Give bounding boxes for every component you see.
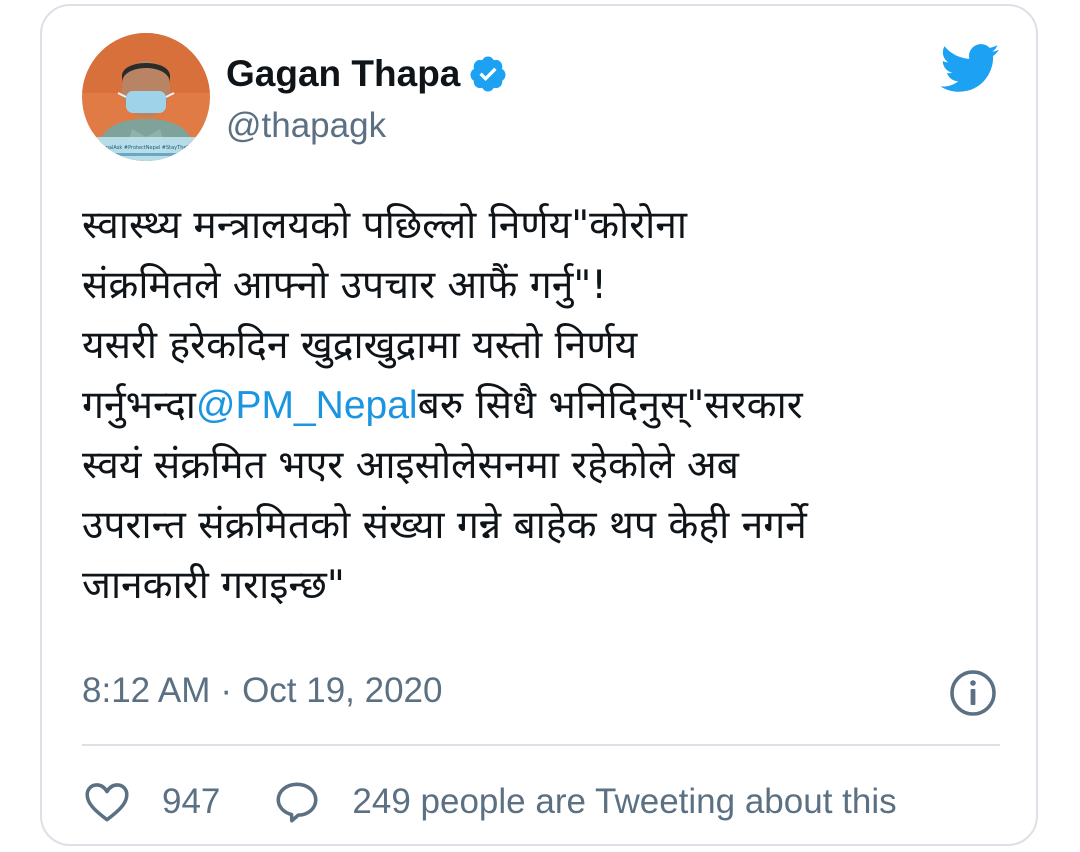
tweet-card[interactable]: #NepalAsk #ProtectNepal #StayTheTask Gag… xyxy=(40,4,1038,846)
verified-badge-icon xyxy=(468,54,508,94)
tweet-text-segment: उपरान्त संक्रमितको संख्या गन्ने बाहेक थप… xyxy=(82,503,807,548)
tweet-line: स्वयं संक्रमित भएर आइसोलेसनमा रहेकोले अब xyxy=(82,436,1022,496)
tweet-line: गर्नुभन्दा@PM_Nepalबरु सिधै भनिदिनुस्"सर… xyxy=(82,376,1022,436)
mention-link[interactable]: @PM_Nepal xyxy=(196,384,418,427)
tweet-actions: 947 249 people are Tweeting about this xyxy=(82,772,897,832)
tweet-body: स्वास्थ्य मन्त्रालयको पछिल्लो निर्णय"कोर… xyxy=(82,196,1022,616)
tweet-line: उपरान्त संक्रमितको संख्या गन्ने बाहेक थप… xyxy=(82,496,1022,556)
tweet-text-segment: जानकारी गराइन्छ" xyxy=(82,563,345,608)
tweet-text-segment: स्वास्थ्य मन्त्रालयको पछिल्लो निर्णय"कोर… xyxy=(82,203,688,248)
tweeting-about-link[interactable]: 249 people are Tweeting about this xyxy=(352,777,896,827)
heart-icon[interactable] xyxy=(82,777,132,827)
tweet-text-segment: संक्रमितले आफ्नो उपचार आफैं गर्नु"! xyxy=(82,263,607,308)
tweet-text-segment: बरु सिधै भनिदिनुस्"सरकार xyxy=(417,383,803,428)
twitter-bird-icon[interactable] xyxy=(938,42,1000,94)
author-handle[interactable]: @thapagk xyxy=(226,104,386,148)
speech-bubble-icon[interactable] xyxy=(272,777,322,827)
author-name-row: Gagan Thapa xyxy=(226,50,508,98)
author-display-name[interactable]: Gagan Thapa xyxy=(226,50,460,98)
tweet-line: संक्रमितले आफ्नो उपचार आफैं गर्नु"! xyxy=(82,256,1022,316)
tweet-text-segment: स्वयं संक्रमित भएर आइसोलेसनमा रहेकोले अब xyxy=(82,443,739,488)
avatar-banner-text: #NepalAsk #ProtectNepal #StayTheTask xyxy=(95,145,198,151)
tweet-time: 8:12 AM xyxy=(82,671,211,710)
tweet-date: Oct 19, 2020 xyxy=(242,671,443,710)
tweet-timestamp[interactable]: 8:12 AM · Oct 19, 2020 xyxy=(82,666,443,716)
info-icon[interactable] xyxy=(948,668,998,718)
tweet-text-segment: यसरी हरेकदिन खुद्राखुद्रामा यस्तो निर्णय xyxy=(82,323,638,368)
timestamp-separator: · xyxy=(220,671,233,710)
like-count[interactable]: 947 xyxy=(162,777,220,827)
divider xyxy=(82,744,1000,746)
tweet-line: स्वास्थ्य मन्त्रालयको पछिल्लो निर्णय"कोर… xyxy=(82,196,1022,256)
tweet-text-segment: गर्नुभन्दा xyxy=(82,383,196,428)
tweet-line: यसरी हरेकदिन खुद्राखुद्रामा यस्तो निर्णय xyxy=(82,316,1022,376)
author-avatar[interactable]: #NepalAsk #ProtectNepal #StayTheTask xyxy=(82,33,210,161)
tweet-line: जानकारी गराइन्छ" xyxy=(82,556,1022,616)
